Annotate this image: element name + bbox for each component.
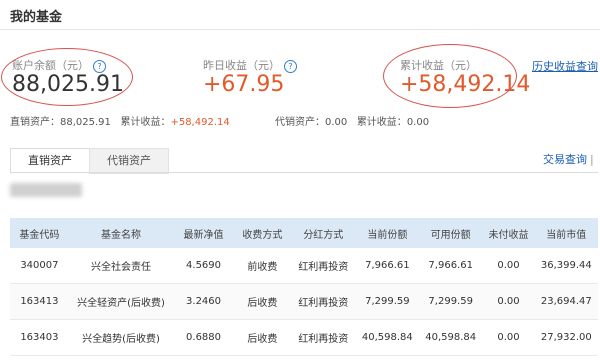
table-header-row: 基金代码 基金名称 最新净值 收费方式 分红方式 当前份额 可用份额 未付收益 … xyxy=(10,218,598,248)
direct-income-value: +58,492.14 xyxy=(170,117,230,128)
table-row: 340007 兴全社会责任 4.5690 前收费 红利再投资 7,966.61 … xyxy=(10,248,598,284)
cell-fee-type: 后收费 xyxy=(233,283,291,320)
annotation-circle-balance xyxy=(1,48,133,106)
direct-income-label: 累计收益： xyxy=(120,117,171,128)
agency-income-value: 0.00 xyxy=(406,117,430,128)
cell-market-value: 36,399.44 xyxy=(534,248,598,284)
cell-available-shares: 40,598.84 xyxy=(419,319,483,356)
cell-latest-nav: 3.2460 xyxy=(173,283,234,320)
col-fee-type: 收费方式 xyxy=(233,218,291,248)
cell-fund-code: 340007 xyxy=(10,248,69,284)
cell-fund-name: 兴全社会责任 xyxy=(68,248,174,284)
cell-unpaid-income: 0.00 xyxy=(482,283,535,320)
col-fund-name: 基金名称 xyxy=(68,218,174,248)
cell-current-shares: 40,598.84 xyxy=(355,319,420,356)
table-row: 163413 兴全轻资产(后收费) 3.2460 后收费 红利再投资 7,299… xyxy=(10,283,598,320)
direct-assets-value: 88,025.91 xyxy=(60,117,111,128)
cell-unpaid-income: 0.00 xyxy=(482,248,535,284)
yesterday-value: +67.95 xyxy=(203,72,285,97)
cell-current-shares: 7,299.59 xyxy=(355,283,420,320)
cell-fee-type: 后收费 xyxy=(233,319,291,356)
col-market-value: 当前市值 xyxy=(534,218,598,248)
cell-dividend-method: 红利再投资 xyxy=(290,283,356,320)
cell-available-shares: 7,966.61 xyxy=(419,248,483,284)
cell-current-shares: 7,966.61 xyxy=(355,248,420,284)
direct-summary-line: 直销资产：88,025.91 累计收益：+58,492.14 xyxy=(10,113,230,128)
yesterday-label: 昨日收益（元） xyxy=(203,59,280,72)
cell-latest-nav: 4.5690 xyxy=(173,248,234,284)
table-row: 163403 兴全趋势(后收费) 0.6880 后收费 红利再投资 40,598… xyxy=(10,319,598,356)
cell-dividend-method: 红利再投资 xyxy=(290,248,356,284)
tab-agency-assets[interactable]: 代销资产 xyxy=(89,148,169,174)
agency-income-label: 累计收益： xyxy=(356,117,407,128)
title-divider xyxy=(0,29,600,30)
tabs-divider xyxy=(10,172,598,173)
direct-assets-label: 直销资产： xyxy=(10,117,60,128)
col-unpaid-income: 未付收益 xyxy=(482,218,535,248)
cell-fee-type: 前收费 xyxy=(233,248,291,284)
cell-fund-code: 163403 xyxy=(10,319,69,356)
col-dividend-method: 分红方式 xyxy=(290,218,356,248)
fund-holdings-table: 基金代码 基金名称 最新净值 收费方式 分红方式 当前份额 可用份额 未付收益 … xyxy=(10,218,598,356)
agency-assets-label: 代销资产： xyxy=(275,117,325,128)
page-title: 我的基金 xyxy=(10,10,63,25)
tab-direct-assets[interactable]: 直销资产 xyxy=(10,148,90,174)
help-icon[interactable]: ? xyxy=(284,59,297,73)
trade-query-link[interactable]: 交易查询 | xyxy=(543,151,594,167)
yesterday-label-row: 昨日收益（元）? xyxy=(203,57,297,73)
cell-fund-code: 163413 xyxy=(10,283,69,320)
blurred-account-info xyxy=(10,183,82,197)
agency-assets-value: 0.00 xyxy=(325,117,348,128)
cell-dividend-method: 红利再投资 xyxy=(290,319,356,356)
col-available-shares: 可用份额 xyxy=(419,218,483,248)
cell-market-value: 27,932.00 xyxy=(534,319,598,356)
link-separator: | xyxy=(590,153,594,166)
cell-unpaid-income: 0.00 xyxy=(482,319,535,356)
cell-latest-nav: 0.6880 xyxy=(173,319,234,356)
history-income-link[interactable]: 历史收益查询 xyxy=(532,58,598,74)
trade-query-label[interactable]: 交易查询 xyxy=(543,153,587,166)
cell-fund-name: 兴全趋势(后收费) xyxy=(68,319,174,356)
col-current-shares: 当前份额 xyxy=(355,218,420,248)
col-latest-nav: 最新净值 xyxy=(173,218,234,248)
cell-fund-name: 兴全轻资产(后收费) xyxy=(68,283,174,320)
agency-summary-line: 代销资产：0.00 累计收益：0.00 xyxy=(275,113,429,128)
col-fund-code: 基金代码 xyxy=(10,218,69,248)
cell-available-shares: 7,299.59 xyxy=(419,283,483,320)
cell-market-value: 23,694.47 xyxy=(534,283,598,320)
annotation-circle-cumulative xyxy=(383,44,517,108)
